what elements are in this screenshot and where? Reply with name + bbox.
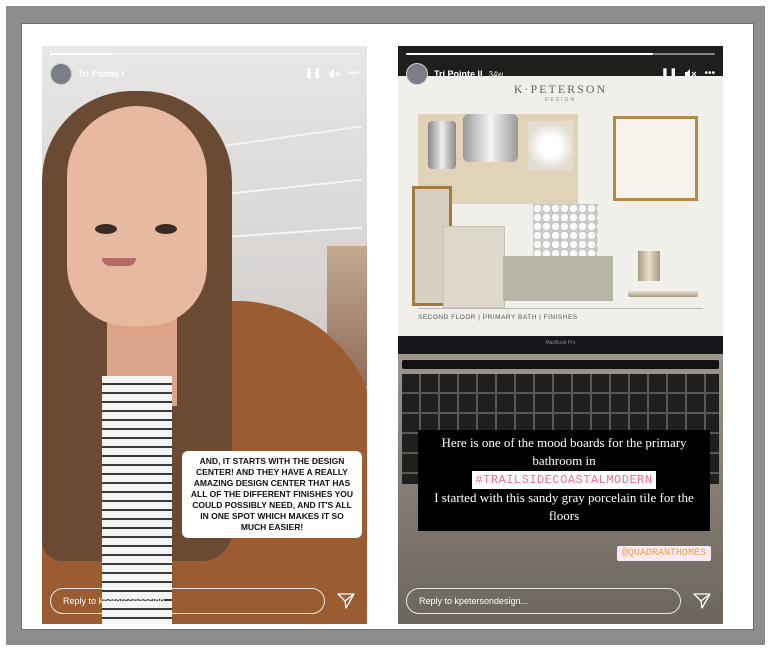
- story-caption: Here is one of the mood boards for the p…: [418, 430, 710, 531]
- story-caption: AND, IT STARTS WITH THE DESIGN CENTER! A…: [182, 451, 362, 538]
- timestamp: 37w: [130, 69, 145, 79]
- timestamp: 34w: [488, 69, 504, 79]
- brand-subtitle: DESIGN: [544, 97, 577, 103]
- send-icon[interactable]: [337, 592, 355, 610]
- drawer-pull-swatch: [628, 291, 698, 297]
- caption-line: Here is one of the mood boards for the p…: [441, 435, 687, 468]
- stories-container: Tri Pointe I 37w ❚❚ ••• AND, IT STARTS W…: [21, 23, 754, 630]
- screenshot-frame: Tri Pointe I 37w ❚❚ ••• AND, IT STARTS W…: [6, 6, 765, 645]
- laptop-label: MacBook Pro: [545, 340, 576, 346]
- board-caption: SECOND FLOOR | PRIMARY BATH | FINISHES: [418, 314, 578, 321]
- reply-input[interactable]: Reply to kpetersondesign...: [406, 588, 681, 614]
- avatar[interactable]: [50, 63, 72, 85]
- hashtag-sticker[interactable]: #TRAILSIDECOASTALMODERN: [472, 471, 656, 489]
- username[interactable]: Tri Pointe I: [78, 69, 124, 79]
- cabinet-swatch: [443, 226, 505, 308]
- mute-icon[interactable]: [685, 69, 697, 79]
- laptop-bezel: MacBook Pro: [398, 336, 723, 354]
- pause-icon[interactable]: ❚❚: [661, 69, 678, 79]
- story-1[interactable]: Tri Pointe I 37w ❚❚ ••• AND, IT STARTS W…: [42, 46, 367, 624]
- mood-board-screen: K·PETERSON DESIGN SECOND FLOOR | PRIMARY…: [398, 76, 723, 336]
- mention-sticker[interactable]: @QUADRANTHOMES: [616, 546, 711, 561]
- eye: [155, 224, 177, 234]
- striped-shirt: [102, 376, 172, 624]
- pause-icon[interactable]: ❚❚: [305, 69, 322, 79]
- porcelain-tile-swatch: [503, 256, 613, 301]
- more-icon[interactable]: •••: [704, 69, 715, 79]
- progress-fill: [406, 53, 654, 55]
- send-icon[interactable]: [693, 592, 711, 610]
- avatar[interactable]: [406, 63, 428, 85]
- caption-line: I started with this sandy gray porcelain…: [434, 490, 694, 523]
- art-frame: [613, 116, 698, 201]
- mute-icon[interactable]: [329, 69, 341, 79]
- coral-decor: [528, 121, 573, 171]
- progress-fill: [50, 53, 112, 55]
- progress-bar: [406, 53, 715, 55]
- faucet: [463, 114, 518, 162]
- story-2[interactable]: K·PETERSON DESIGN SECOND FLOOR | PRIMARY…: [398, 46, 723, 624]
- reply-input[interactable]: Reply to kpetersondesign...: [50, 588, 325, 614]
- faucet-handle: [428, 121, 456, 169]
- divider: [418, 308, 703, 309]
- eye: [95, 224, 117, 234]
- mouth: [102, 258, 136, 266]
- story-header: Tri Pointe II 34w ❚❚ •••: [406, 63, 715, 85]
- face: [67, 106, 207, 326]
- progress-bar: [50, 53, 359, 55]
- touch-bar: [402, 360, 719, 369]
- hardware-swatch: [638, 251, 660, 281]
- more-icon[interactable]: •••: [348, 69, 359, 79]
- username[interactable]: Tri Pointe II: [434, 69, 483, 79]
- story-header: Tri Pointe I 37w ❚❚ •••: [50, 63, 359, 85]
